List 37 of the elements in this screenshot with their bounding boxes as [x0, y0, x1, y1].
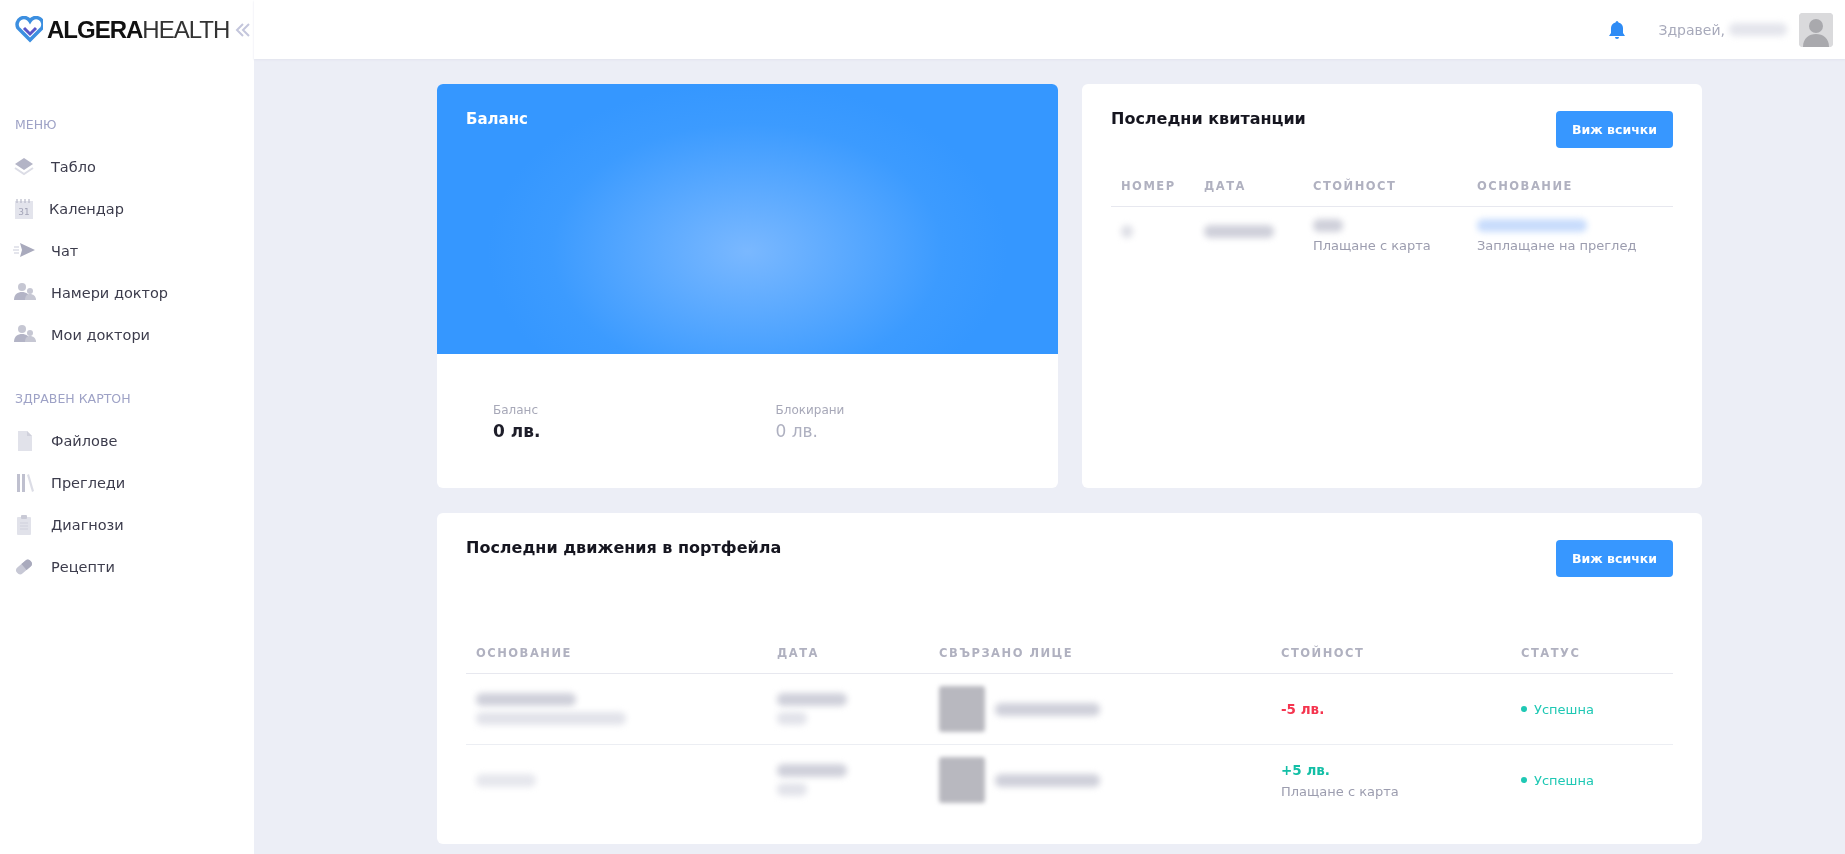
nav-item[interactable]: Рецепти: [0, 545, 254, 589]
nav-item[interactable]: Прегледи: [0, 461, 254, 505]
section-title: МЕНЮ: [14, 116, 58, 134]
nav-item[interactable]: Файлове: [0, 419, 254, 463]
column-header: ОСНОВАНИЕ: [1467, 148, 1673, 207]
logo-text: ALGERAHEALTH: [47, 15, 230, 44]
nav-item[interactable]: Намери доктор: [0, 271, 254, 315]
stat-label: Блокирани: [775, 403, 846, 417]
table-cell-text: Плащане с карта: [1313, 238, 1432, 253]
table-cell-text: Заплащане на преглед: [1477, 238, 1638, 253]
calendar-icon: 31: [13, 198, 35, 220]
amount-text: -5 лв.: [1281, 701, 1326, 717]
card-title: Баланс: [466, 110, 529, 128]
section-title: ЗДРАВЕН КАРТОН: [14, 390, 132, 408]
greeting-text: Здравей,: [1658, 21, 1725, 38]
stat-value: 0 лв.: [493, 421, 542, 441]
table-cell-text: Плащане с карта: [1281, 783, 1400, 799]
nav-item[interactable]: Диагнози: [0, 503, 254, 547]
stat-label: Баланс: [493, 403, 540, 417]
column-header: СВЪРЗАНО ЛИЦЕ: [929, 619, 1271, 674]
column-header: СТАТУС: [1511, 619, 1673, 674]
column-header: СТОЙНОСТ: [1271, 619, 1511, 674]
column-header: ДАТА: [767, 619, 929, 674]
column-header: ДАТА: [1194, 148, 1303, 207]
column-header: ОСНОВАНИЕ: [466, 619, 767, 674]
card-title: Последни квитанции: [1111, 108, 1306, 128]
column-header: СТОЙНОСТ: [1303, 148, 1467, 207]
stat-value: 0 лв.: [775, 421, 819, 441]
nav-item[interactable]: Мои доктори: [0, 313, 254, 357]
nav-item[interactable]: 31 Календар: [0, 187, 254, 231]
status-text: Успешна: [1534, 772, 1594, 788]
column-header: НОМЕР: [1111, 148, 1194, 207]
nav-item[interactable]: Табло: [0, 145, 254, 189]
card-title: Последни движения в портфейла: [466, 537, 782, 557]
nav-item[interactable]: Чат: [0, 229, 254, 273]
status-text: Успешна: [1534, 701, 1594, 717]
amount-text: +5 лв.: [1281, 761, 1331, 778]
